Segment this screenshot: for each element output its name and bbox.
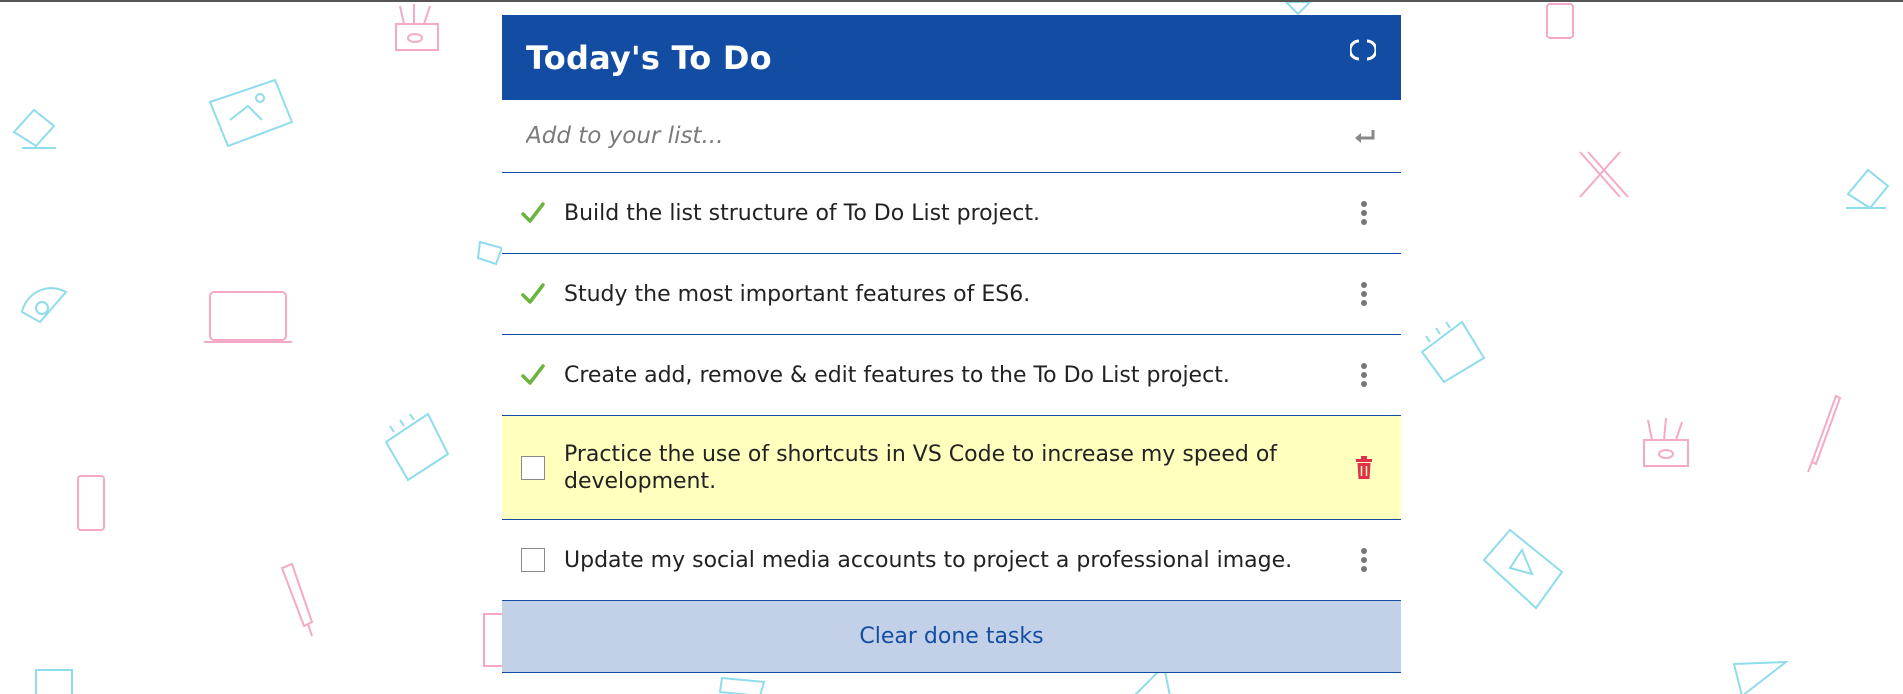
notepad-icon (1420, 320, 1486, 384)
page-title: Today's To Do (526, 38, 772, 77)
refresh-icon[interactable] (1349, 36, 1377, 64)
task-item: Create add, remove & edit features to th… (502, 335, 1401, 416)
task-checkbox[interactable] (520, 547, 546, 573)
protractor-icon (20, 287, 68, 324)
more-vertical-icon[interactable] (1351, 360, 1377, 390)
task-checkbox[interactable] (520, 455, 546, 481)
laptop-icon (204, 291, 292, 343)
pen-icon-right (1807, 394, 1842, 473)
drawing-board-icon (208, 78, 294, 148)
calculator-icon (35, 669, 73, 694)
task-text[interactable]: Update my social media accounts to proje… (564, 547, 1351, 574)
more-vertical-icon[interactable] (1351, 198, 1377, 228)
task-text[interactable]: Practice the use of shortcuts in VS Code… (564, 441, 1351, 495)
check-icon[interactable] (520, 200, 546, 226)
cross-pencil-ruler-icon (1579, 151, 1629, 198)
trash-icon[interactable] (1351, 453, 1377, 483)
enter-icon[interactable] (1351, 126, 1377, 146)
check-icon[interactable] (520, 362, 546, 388)
more-vertical-icon[interactable] (1351, 545, 1377, 575)
notepad-icon-left (384, 412, 450, 482)
phone-icon (1546, 3, 1574, 39)
task-item: Build the list structure of To Do List p… (502, 173, 1401, 254)
header: Today's To Do (502, 15, 1401, 100)
todo-card: Today's To Do Build the list structure o… (502, 15, 1401, 673)
task-text[interactable]: Create add, remove & edit features to th… (564, 362, 1351, 389)
pencil-cup-icon (395, 4, 439, 51)
task-text[interactable]: Build the list structure of To Do List p… (564, 200, 1351, 227)
eraser-icon-right (1846, 168, 1890, 210)
pen-icon-left (280, 562, 314, 637)
pencil-cup-icon-right (1643, 417, 1689, 467)
ruler-top-icon (1284, 2, 1312, 16)
task-item: Update my social media accounts to proje… (502, 520, 1401, 601)
add-task-row (502, 100, 1401, 173)
ruler-small-icon (476, 240, 504, 266)
laptop-icon-partial (483, 613, 505, 667)
drawing-board-icon-right (1482, 528, 1564, 610)
clear-done-tasks-button[interactable]: Clear done tasks (502, 601, 1401, 673)
set-square-icon (1732, 660, 1790, 694)
task-item-editing: Practice the use of shortcuts in VS Code… (502, 416, 1401, 520)
add-task-input[interactable] (526, 123, 1306, 149)
notepad-icon-bottom (718, 676, 766, 694)
check-icon[interactable] (520, 281, 546, 307)
task-text[interactable]: Study the most important features of ES6… (564, 281, 1351, 308)
eraser-icon (12, 108, 56, 149)
phone-icon-left (77, 475, 105, 531)
more-vertical-icon[interactable] (1351, 279, 1377, 309)
task-item: Study the most important features of ES6… (502, 254, 1401, 335)
